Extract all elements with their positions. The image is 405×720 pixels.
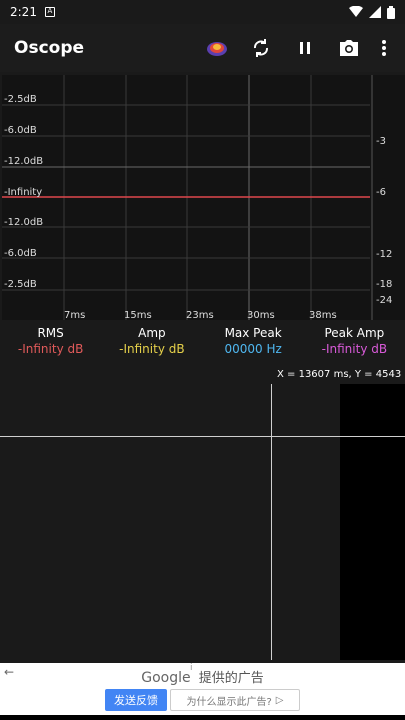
status-time: 2:21 [10,5,37,19]
stat-value: -Infinity dB [17,342,84,356]
pause-icon [300,42,310,54]
y-label: -2.5dB [4,94,37,105]
stat-value: -Infinity dB [321,342,388,356]
battery-icon [387,5,395,19]
stat-max-peak: Max Peak 00000 Hz [203,326,304,364]
right-scale-label: -24 [376,295,393,306]
stat-label: Amp [138,326,166,340]
app-title: Oscope [14,38,85,58]
status-icons [349,5,395,19]
x-label: 7ms [64,310,86,321]
play-icon: ▷ [275,694,284,706]
crosshair-vertical[interactable] [271,384,272,660]
more-button[interactable] [371,26,397,70]
ad-banner[interactable]: ← i Google 提供的广告 发送反馈 为什么显示此广告? ▷ [0,663,405,720]
stat-peak-amp: Peak Amp -Infinity dB [304,326,405,364]
x-label: 15ms [124,310,152,321]
notification-icon: A [44,7,55,17]
stat-rms: RMS -Infinity dB [0,326,101,364]
y-label: -Infinity [4,187,43,198]
toolbar-actions [195,24,397,72]
app-bar: Oscope [0,24,405,72]
stat-label: Peak Amp [324,326,385,340]
right-scale-label: -6 [376,187,386,198]
spectrogram-panel[interactable]: X = 13607 ms, Y = 4543 Hz [0,364,405,660]
stat-value: -Infinity dB [119,342,185,356]
y-label: -12.0dB [4,217,44,228]
right-scale-label: -18 [376,279,393,290]
stat-label: RMS [37,326,64,340]
heatmap-button[interactable] [195,26,239,70]
ad-provided-text: 提供的广告 [198,671,264,686]
ad-why-button[interactable]: 为什么显示此广告? ▷ [170,689,300,711]
camera-icon [340,39,358,56]
y-label: -6.0dB [4,248,37,259]
sync-button[interactable] [239,26,283,70]
right-scale-label: -3 [376,136,386,147]
sync-icon [254,39,268,57]
right-scale-label: -12 [376,249,393,260]
crosshair-horizontal[interactable] [0,436,405,437]
oscilloscope-panel[interactable]: -2.5dB -6.0dB -12.0dB -Infinity -12.0dB … [2,75,405,321]
heatmap-icon [207,42,227,56]
stat-value: 00000 Hz [224,342,282,356]
camera-button[interactable] [327,26,371,70]
x-label: 30ms [247,310,275,321]
ad-brand-line: Google 提供的广告 [0,667,405,686]
more-vert-icon [382,40,386,56]
ad-why-label: 为什么显示此广告? [186,696,272,708]
stat-label: Max Peak [224,326,282,340]
status-bar: 2:21 A [0,0,405,24]
stat-amp: Amp -Infinity dB [101,326,202,364]
coordinate-readout: X = 13607 ms, Y = 4543 Hz [277,369,405,380]
pause-button[interactable] [283,26,327,70]
spectrogram-view [340,384,405,660]
wifi-icon [349,6,363,17]
x-label: 23ms [186,310,214,321]
ad-brand: Google [141,670,191,686]
y-label: -6.0dB [4,125,37,136]
scope-grid [2,75,373,320]
stats-row: RMS -Infinity dB Amp -Infinity dB Max Pe… [0,326,405,364]
ad-feedback-button[interactable]: 发送反馈 [105,689,167,711]
y-label: -2.5dB [4,279,37,290]
signal-icon [369,6,381,18]
nav-bar [0,715,405,720]
y-label: -12.0dB [4,156,44,167]
x-label: 38ms [309,310,337,321]
